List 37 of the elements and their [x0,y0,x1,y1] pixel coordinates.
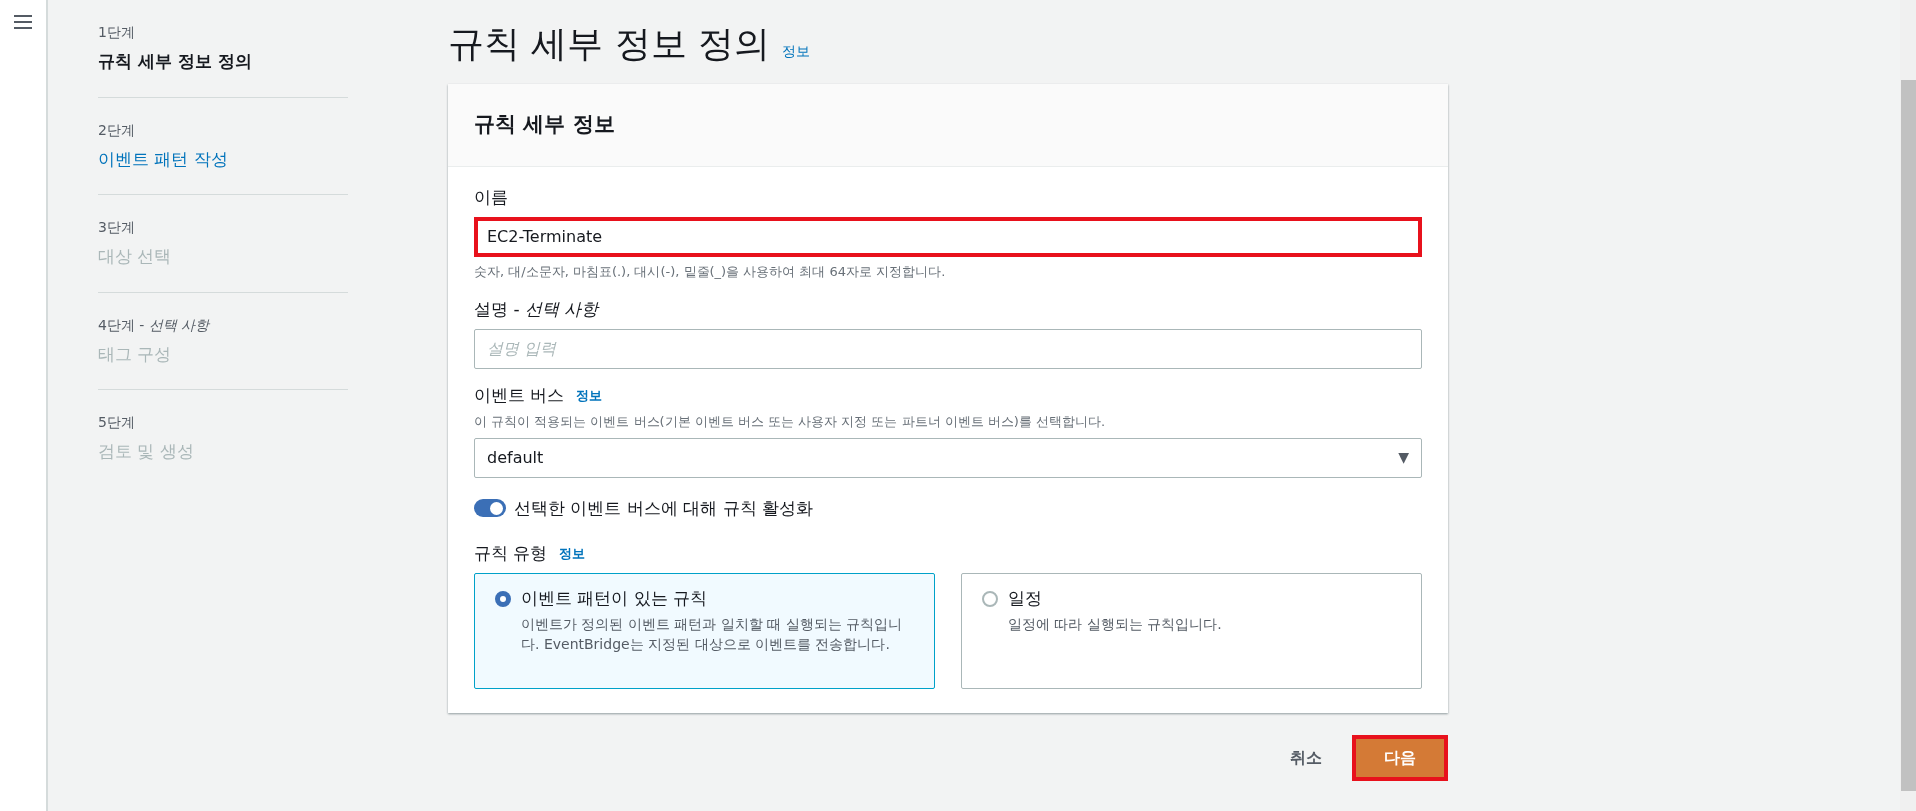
name-input[interactable]: EC2-Terminate [474,216,1422,257]
description-input[interactable]: 설명 입력 [474,328,1422,369]
page-title: 규칙 세부 정보 정의 [448,22,771,66]
field-hint: 숫자, 대/소문자, 마침표(.), 대시(-), 밑줄(_)을 사용하여 최대 64자로 지정합니다. [474,262,947,281]
option-title: 일정 [1008,586,1043,610]
option-description: 이벤트가 정의된 이벤트 패턴과 일치할 때 실행되는 규칙입니다. EventBridge는 지정된 대상으로 이벤트를 전송합니다. [521,615,904,654]
option-title: 이벤트 패턴이 있는 규칙 [521,586,709,610]
info-link[interactable]: 정보 [559,544,586,564]
menu-icon[interactable] [14,14,32,30]
field-label: 규칙 유형 [474,542,548,565]
rule-type-option[interactable]: 이벤트 패턴이 있는 규칙 이벤트가 정의된 이벤트 패턴과 일치할 때 실행되는 규칙입니다. EventBridge는 지정된 대상으로 이벤트를 전송합니다. [474,572,935,689]
info-link[interactable]: 정보 [782,41,811,62]
cancel-button[interactable]: 취소 [1290,745,1322,770]
step-number: 2단계 [98,120,136,140]
toggle-label: 선택한 이벤트 버스에 대해 규칙 활성화 [514,496,814,520]
step-name[interactable]: 규칙 세부 정보 정의 [98,49,348,75]
step-number: 1단계 [98,23,136,42]
enable-toggle[interactable] [474,499,506,518]
step-number: 3단계 [98,218,136,237]
step-name: 태그 구성 [98,342,173,366]
step-name[interactable]: 이벤트 패턴 작성 [98,146,348,172]
radio-button[interactable] [495,590,511,607]
step-name: 검토 및 생성 [98,440,195,463]
option-description: 일정에 따라 실행되는 규칙입니다. [1008,615,1223,634]
card-title: 규칙 세부 정보 [474,111,615,139]
step-number: 4단계 - 선택 사항 [98,315,211,335]
field-label: 이벤트 버스 [474,383,565,407]
next-button[interactable]: 다음 [1352,734,1448,781]
radio-button[interactable] [982,590,998,607]
event-bus-select[interactable]: default ▼ [474,437,1422,478]
info-link[interactable]: 정보 [576,385,603,405]
field-label: 설명 - 선택 사항 [474,298,601,321]
step-number: 5단계 [98,413,136,432]
field-label: 이름 [474,186,509,209]
rule-type-option[interactable]: 일정 일정에 따라 실행되는 규칙입니다. [961,572,1422,689]
step-name: 대상 선택 [98,245,173,268]
field-hint: 이 규칙이 적용되는 이벤트 버스(기본 이벤트 버스 또는 사용자 지정 또는 파트너 이벤트 버스)를 선택합니다. [474,413,1107,431]
